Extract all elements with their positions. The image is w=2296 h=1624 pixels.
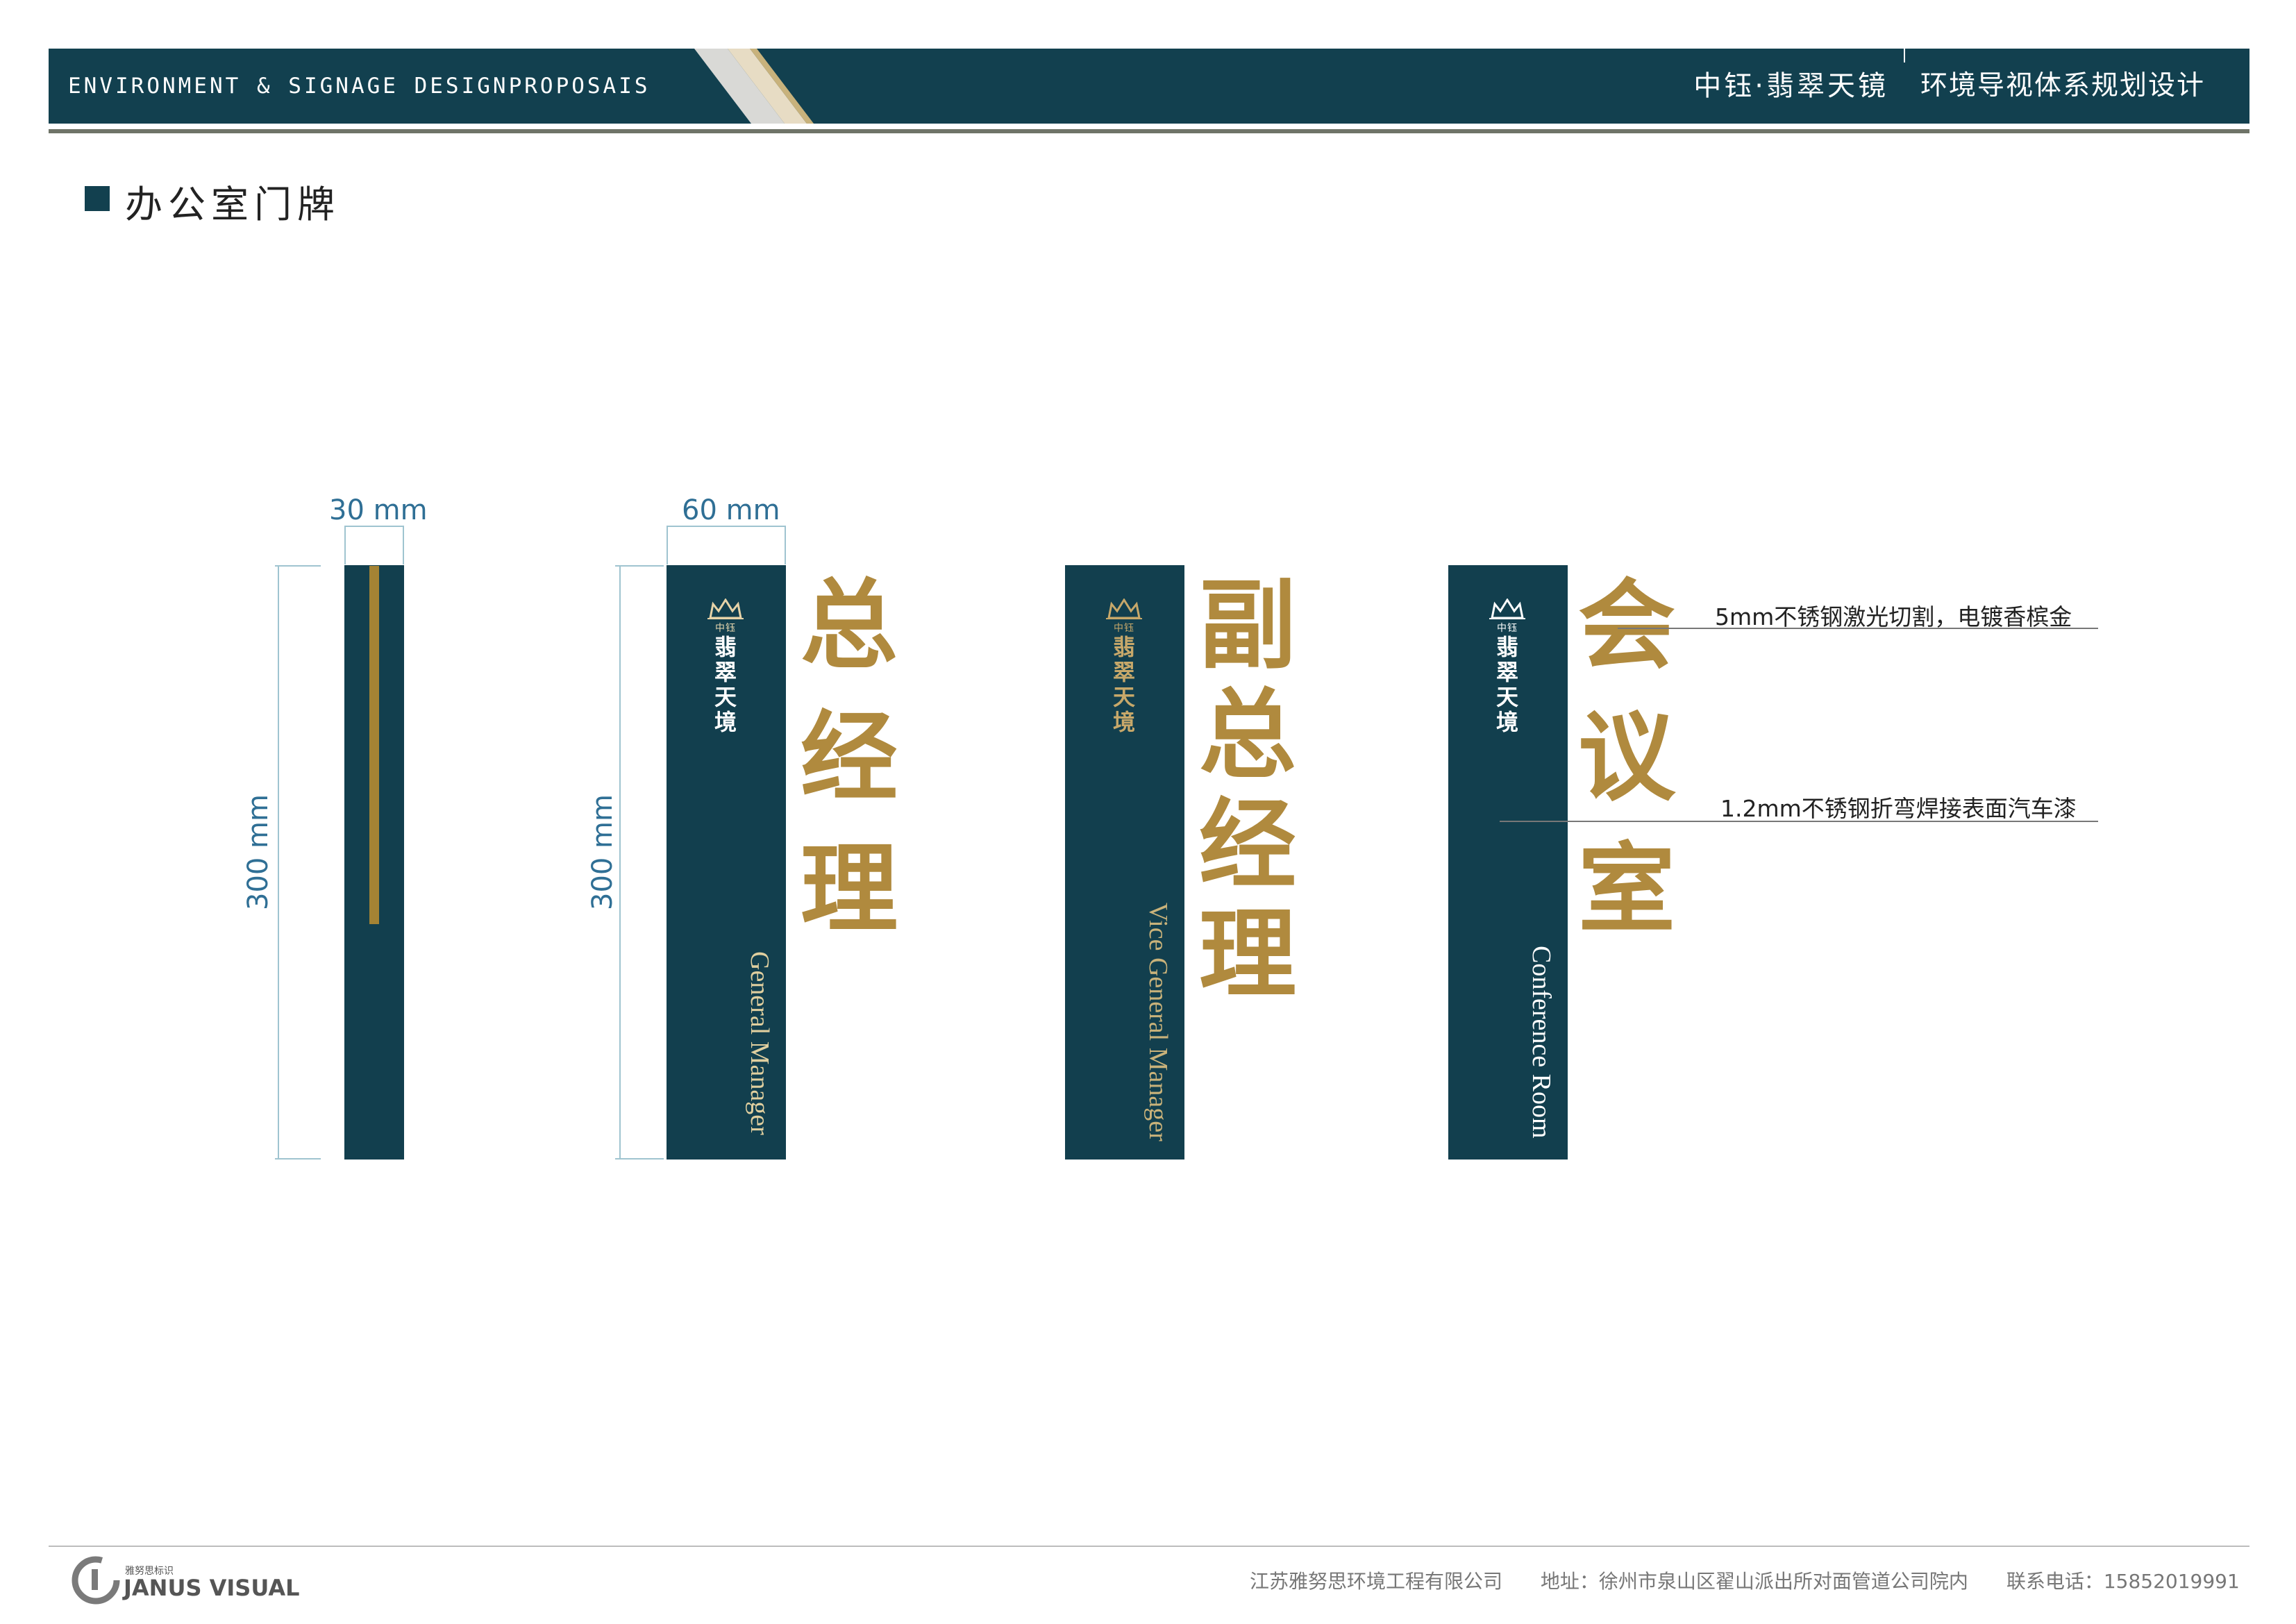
- header-project-name: 中钰·翡翠天镜: [1693, 70, 1888, 102]
- dimension-width-front: 60 mm: [682, 494, 780, 526]
- brand-logo: 中钰 翡翠天境: [1483, 598, 1532, 735]
- header-left-title: ENVIRONMENT & SIGNAGE DESIGNPROPOSAIS: [68, 74, 651, 99]
- section-square-icon: [85, 186, 110, 211]
- header-band: ENVIRONMENT & SIGNAGE DESIGNPROPOSAIS 中钰…: [49, 49, 2249, 124]
- sign-cn-label: 总经理: [784, 574, 897, 969]
- logo-name: 翡翠天境: [1495, 634, 1518, 735]
- dimension-line: [667, 526, 786, 527]
- crown-logo-icon: [1489, 598, 1525, 619]
- section-title: 办公室门牌: [125, 183, 340, 226]
- header-subtitle: 环境导视体系规划设计: [1920, 70, 2206, 101]
- dimension-line: [275, 565, 321, 567]
- callout-line: [1618, 628, 2098, 629]
- dimension-line: [785, 526, 786, 564]
- logo-name: 翡翠天境: [714, 634, 737, 735]
- janus-logo-icon: [72, 1556, 120, 1605]
- footer-company: 江苏雅努思环境工程有限公司: [1250, 1570, 1503, 1593]
- sign-conference-room: 中钰 翡翠天境 Conference Room: [1448, 565, 1568, 1160]
- dimension-height-side: 300 mm: [242, 794, 274, 910]
- dimension-line: [615, 565, 664, 567]
- sign-vice-general-manager: 中钰 翡翠天境 Vice General Manager: [1065, 565, 1184, 1160]
- dimension-line: [344, 526, 346, 564]
- sign-en-label: Conference Room: [1527, 946, 1556, 1139]
- footer-address: 地址：徐州市泉山区翟山派出所对面管道公司院内: [1540, 1570, 1968, 1593]
- footer-brand-en: JANUS VISUAL: [124, 1575, 300, 1601]
- dimension-line: [619, 565, 621, 1160]
- sign-cn-label: 会议室: [1561, 574, 1675, 969]
- footer-info: 江苏雅努思环境工程有限公司 地址：徐州市泉山区翟山派出所对面管道公司院内 联系电…: [1250, 1566, 2240, 1594]
- dimension-height-front: 300 mm: [587, 794, 619, 910]
- sign-general-manager: 中钰 翡翠天境 General Manager: [667, 565, 786, 1160]
- header-rule: [49, 129, 2249, 133]
- side-gold-strip: [369, 566, 379, 924]
- dimension-line: [278, 565, 279, 1160]
- callout-line: [1500, 821, 2098, 822]
- sign-en-label: General Manager: [745, 951, 774, 1135]
- header-divider: [1904, 12, 1905, 62]
- dimension-line: [615, 1158, 664, 1160]
- sign-cn-label: 副总经理: [1182, 574, 1296, 1012]
- callout-panel-body: 1.2mm不锈钢折弯焊接表面汽车漆: [1720, 795, 2077, 822]
- sign-en-label: Vice General Manager: [1143, 903, 1173, 1141]
- brand-logo: 中钰 翡翠天境: [701, 598, 750, 735]
- logo-name: 翡翠天境: [1112, 634, 1135, 735]
- crown-logo-icon: [1106, 598, 1142, 619]
- logo-small-text: 中钰: [1114, 623, 1134, 634]
- crown-logo-icon: [707, 598, 744, 619]
- footer-rule: [49, 1546, 2249, 1547]
- header-stripes-decoration: [694, 49, 814, 124]
- dimension-width-side: 30 mm: [329, 494, 428, 526]
- logo-small-text: 中钰: [1497, 623, 1518, 634]
- dimension-line: [275, 1158, 321, 1160]
- dimension-line: [403, 526, 404, 564]
- dimension-line: [667, 526, 668, 564]
- dimension-line: [344, 526, 404, 527]
- brand-logo: 中钰 翡翠天境: [1100, 598, 1148, 735]
- logo-small-text: 中钰: [715, 623, 736, 634]
- callout-gold-letters: 5mm不锈钢激光切割，电镀香槟金: [1715, 603, 2072, 630]
- footer-phone: 联系电话：15852019991: [2006, 1570, 2240, 1593]
